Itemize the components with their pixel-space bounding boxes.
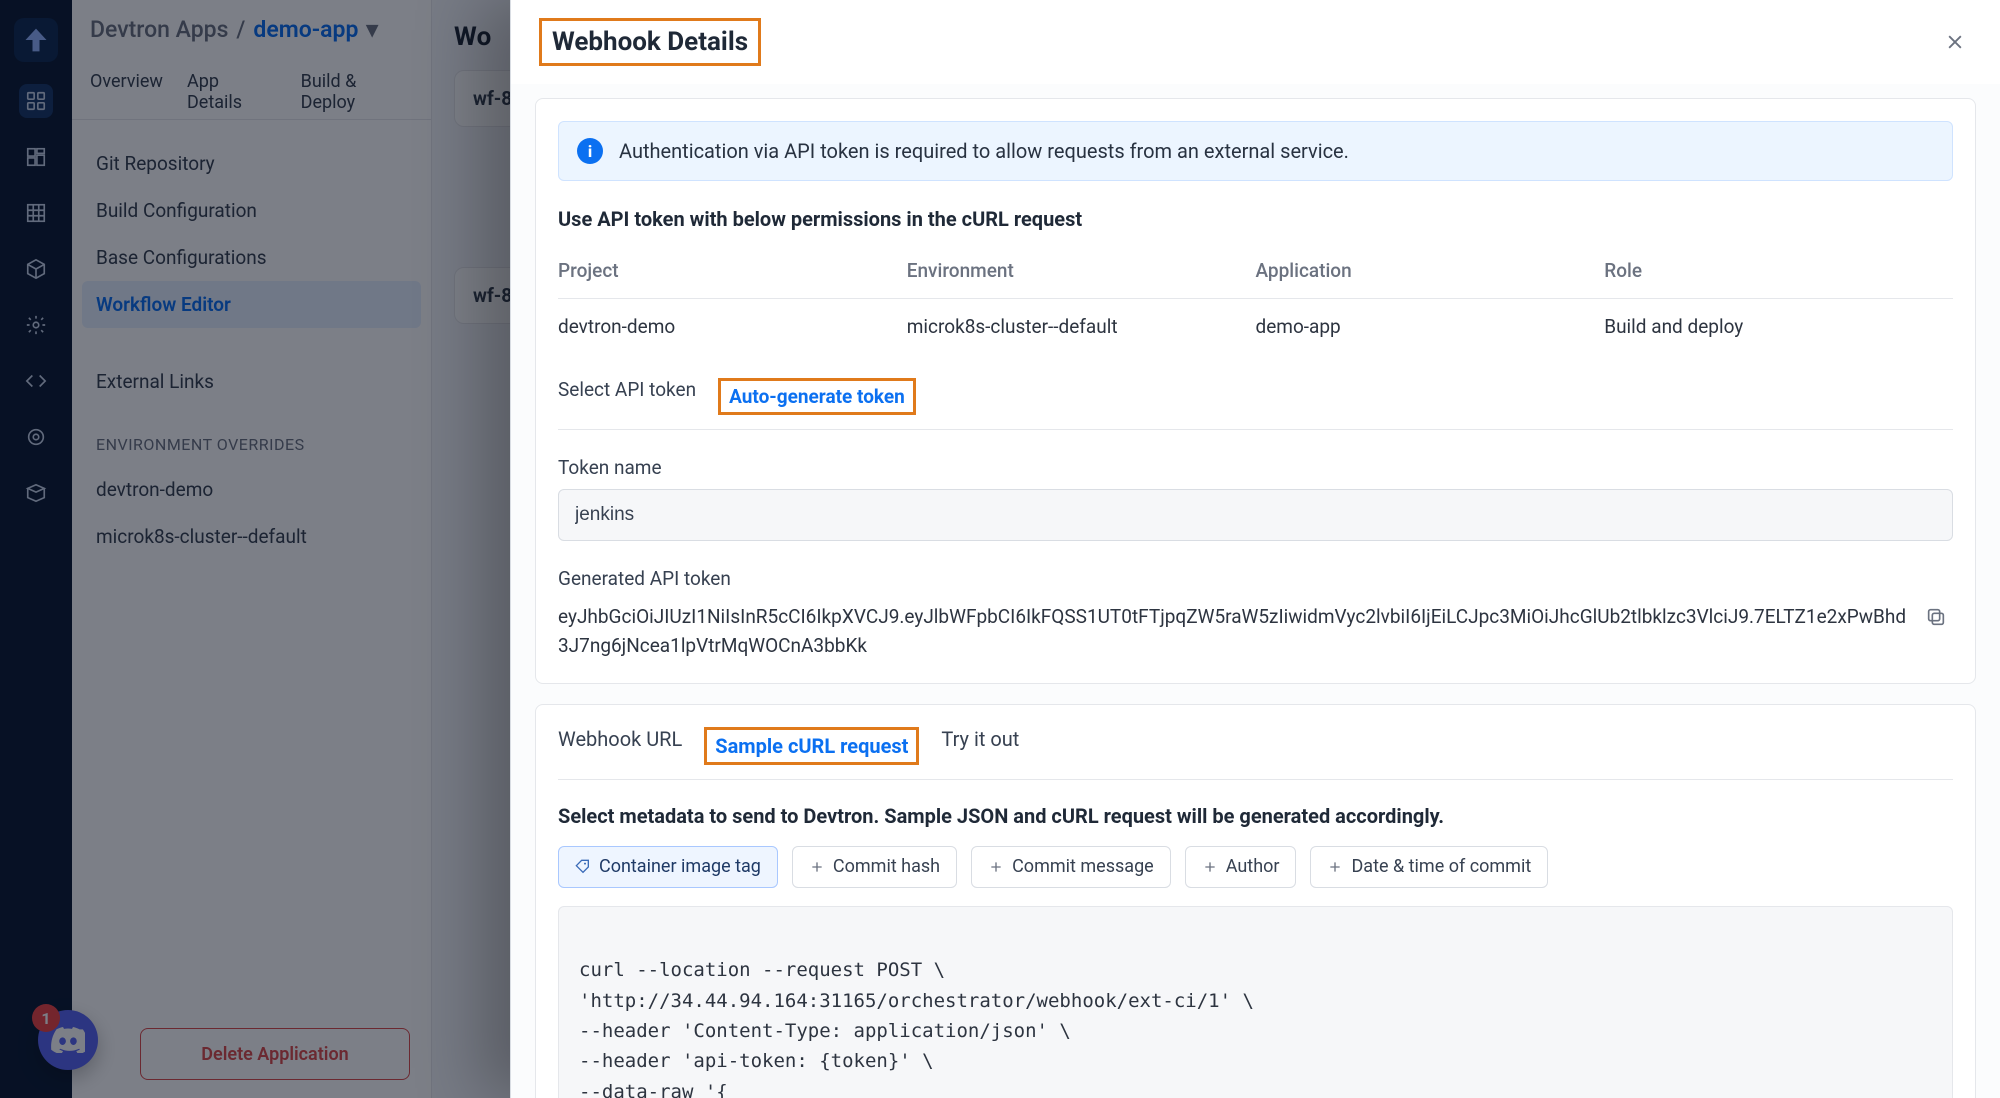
generated-token-row: eyJhbGciOiJIUzI1NiIsInR5cCI6IkpXVCJ9.eyJ… [558,600,1953,661]
tab-webhook-url[interactable]: Webhook URL [558,727,682,765]
chip-image-tag[interactable]: Container image tag [558,846,778,888]
chip-author[interactable]: Author [1185,846,1297,888]
perm-val-project: devtron-demo [558,299,907,344]
perm-val-env: microk8s-cluster--default [907,299,1256,344]
info-text: Authentication via API token is required… [619,139,1349,163]
token-name-label: Token name [558,456,1953,479]
copy-token-button[interactable] [1925,606,1953,634]
plus-icon [988,859,1004,875]
tag-icon [575,859,591,875]
close-icon [1945,32,1965,52]
modal-body: i Authentication via API token is requir… [511,84,2000,1098]
info-banner: i Authentication via API token is requir… [558,121,1953,181]
copy-curl-button[interactable] [1908,995,1936,1023]
plus-icon [1327,859,1343,875]
plus-icon [1202,859,1218,875]
chip-commit-msg-label: Commit message [1012,856,1154,877]
perm-hd-project: Project [558,249,907,299]
generated-token-value: eyJhbGciOiJIUzI1NiIsInR5cCI6IkpXVCJ9.eyJ… [558,600,1911,661]
tab-autogenerate[interactable]: Auto-generate token [718,378,916,415]
chip-image-tag-label: Container image tag [599,856,761,877]
curl-text: curl --location --request POST \ 'http:/… [579,959,1254,1098]
perm-table: Project Environment Application Role dev… [558,249,1953,344]
webhook-modal: Webhook Details i Authentication via API… [510,0,2000,1098]
token-panel: i Authentication via API token is requir… [535,98,1976,684]
perm-hd-role: Role [1604,249,1953,299]
close-button[interactable] [1938,25,1972,59]
token-name-input[interactable] [558,489,1953,541]
perm-hd-app: Application [1256,249,1605,299]
request-panel: Webhook URL Sample cURL request Try it o… [535,704,1976,1098]
tab-select-token[interactable]: Select API token [558,378,696,415]
plus-icon [809,859,825,875]
tab-curl[interactable]: Sample cURL request [704,727,919,765]
modal-header: Webhook Details [511,0,2000,84]
info-icon: i [577,138,603,164]
chip-commit-hash-label: Commit hash [833,856,940,877]
generated-label: Generated API token [558,567,1953,590]
chip-author-label: Author [1226,856,1280,877]
chip-datetime-label: Date & time of commit [1351,856,1531,877]
request-tabs: Webhook URL Sample cURL request Try it o… [558,727,1953,780]
chip-datetime[interactable]: Date & time of commit [1310,846,1548,888]
modal-title: Webhook Details [539,18,761,66]
tab-tryitout[interactable]: Try it out [941,727,1019,765]
chip-commit-hash[interactable]: Commit hash [792,846,957,888]
metadata-chips: Container image tag Commit hash Commit m… [558,846,1953,888]
perm-heading: Use API token with below permissions in … [558,207,1953,231]
curl-block: curl --location --request POST \ 'http:/… [558,906,1953,1098]
token-tabs: Select API token Auto-generate token [558,378,1953,430]
metadata-heading: Select metadata to send to Devtron. Samp… [558,804,1953,828]
perm-hd-env: Environment [907,249,1256,299]
perm-val-app: demo-app [1256,299,1605,344]
copy-icon [1925,606,1947,628]
perm-val-role: Build and deploy [1604,299,1953,344]
chip-commit-msg[interactable]: Commit message [971,846,1171,888]
